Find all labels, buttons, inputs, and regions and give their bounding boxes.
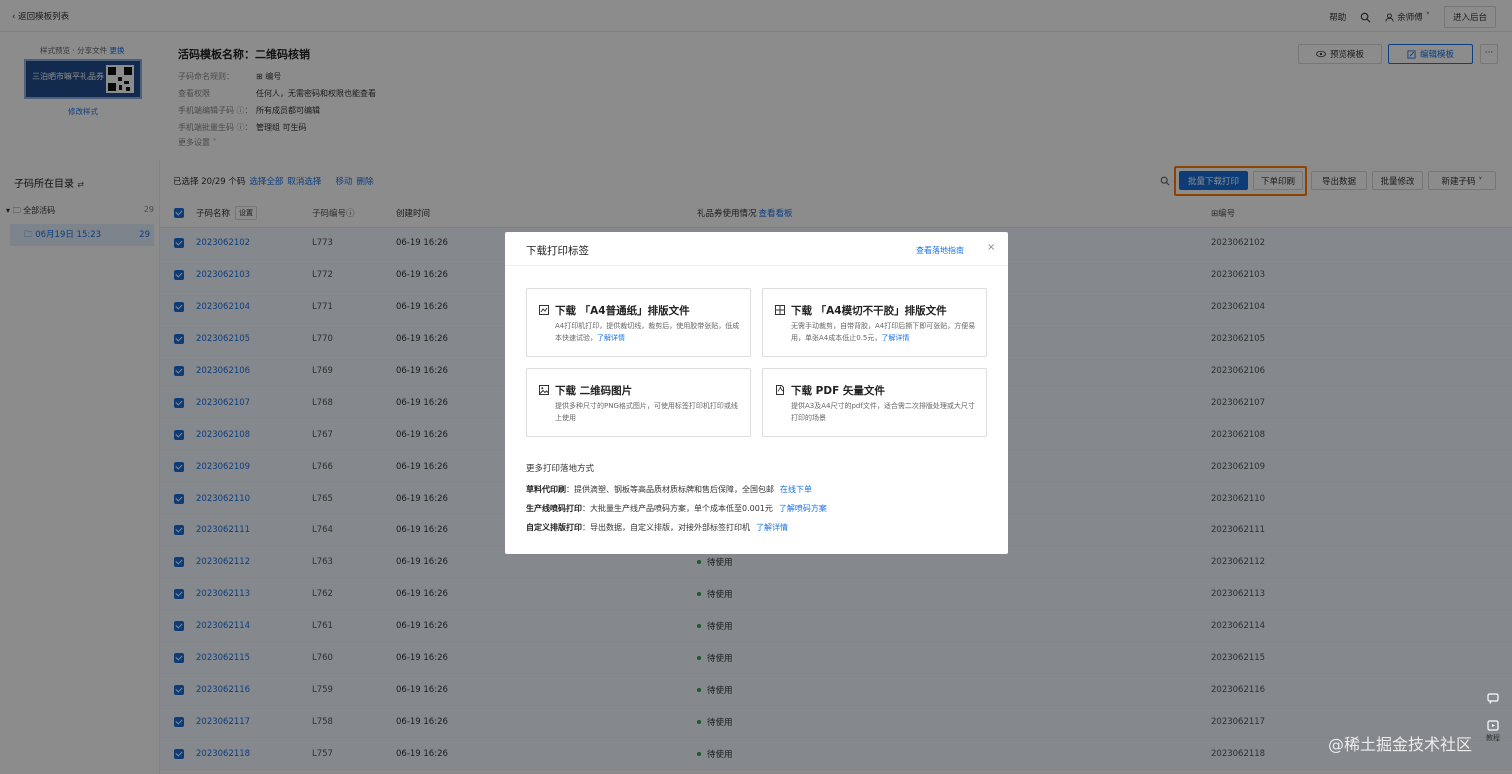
option-desc: 无需手动裁剪，自带背胶，A4打印后撕下即可张贴，方便易用，单张A4成本低止0.5… — [791, 321, 976, 344]
image-grid-icon — [539, 305, 549, 315]
way-desc: ：导出数据，自定义排版，对接外部标签打印机 — [582, 523, 750, 532]
pdf-icon — [775, 385, 785, 395]
customer-service-icon[interactable] — [1484, 689, 1502, 707]
option-desc: A4打印机打印，提供裁切线，裁剪后，使用胶带张贴，低成本快速试验，了解详情 — [555, 321, 740, 344]
option-desc: 提供多种尺寸的PNG格式图片，可使用标签打印机打印或线上使用 — [555, 402, 738, 422]
modal-title: 下载打印标签 — [526, 245, 589, 257]
option-title: 下载 PDF 矢量文件 — [791, 385, 885, 397]
watermark: @稀土掘金技术社区 — [1328, 735, 1473, 754]
way-desc: ：大批量生产线产品喷码方案，单个成本低至0.001元 — [582, 504, 773, 513]
way-item: 生产线喷码打印：大批量生产线产品喷码方案，单个成本低至0.001元 了解喷码方案 — [526, 503, 827, 514]
option-desc-text: A4打印机打印，提供裁切线，裁剪后，使用胶带张贴，低成本快速试验， — [555, 322, 740, 342]
learn-more-link[interactable]: 了解详情 — [597, 334, 625, 342]
option-a4-plain[interactable]: 下载 「A4普通纸」排版文件 A4打印机打印，提供裁切线，裁剪后，使用胶带张贴，… — [526, 288, 751, 357]
landing-guide-link[interactable]: 查看落地指南 — [916, 245, 964, 256]
modal-header: 下载打印标签 查看落地指南 × — [505, 232, 1008, 266]
grid-icon — [775, 305, 785, 315]
more-ways-title: 更多打印落地方式 — [526, 464, 595, 474]
option-title: 下载 「A4模切不干胶」排版文件 — [791, 305, 947, 317]
download-print-modal: 下载打印标签 查看落地指南 × 下载 「A4普通纸」排版文件 A4打印机打印，提… — [505, 232, 1008, 554]
picture-icon — [539, 385, 549, 395]
close-icon[interactable]: × — [987, 242, 995, 253]
way-name: 自定义排版打印 — [526, 523, 582, 532]
learn-more-link[interactable]: 了解详情 — [881, 334, 909, 342]
way-item: 草料代印刷：提供滴塑、钢板等高品质材质标牌和售后保障，全国包邮 在线下单 — [526, 484, 812, 495]
option-pdf[interactable]: 下载 PDF 矢量文件 提供A3及A4尺寸的pdf文件，适合需二次排版处理或大尺… — [762, 368, 987, 437]
option-a4-sticker[interactable]: 下载 「A4模切不干胶」排版文件 无需手动裁剪，自带背胶，A4打印后撕下即可张贴… — [762, 288, 987, 357]
option-title: 下载 「A4普通纸」排版文件 — [555, 305, 690, 317]
learn-more-link[interactable]: 了解详情 — [756, 523, 788, 532]
way-name: 生产线喷码打印 — [526, 504, 582, 513]
way-item: 自定义排版打印：导出数据，自定义排版，对接外部标签打印机 了解详情 — [526, 522, 788, 533]
online-order-link[interactable]: 在线下单 — [780, 485, 812, 494]
option-title: 下载 二维码图片 — [555, 385, 633, 397]
way-name: 草料代印刷 — [526, 485, 566, 494]
option-qr-image[interactable]: 下载 二维码图片 提供多种尺寸的PNG格式图片，可使用标签打印机打印或线上使用 — [526, 368, 751, 437]
option-desc: 提供A3及A4尺寸的pdf文件，适合需二次排版处理或大尺寸打印的场景 — [791, 402, 975, 422]
inkjet-plan-link[interactable]: 了解喷码方案 — [779, 504, 827, 513]
way-desc: ：提供滴塑、钢板等高品质材质标牌和售后保障，全国包邮 — [566, 485, 774, 494]
tutorial-label[interactable]: 教程 — [1486, 733, 1500, 743]
